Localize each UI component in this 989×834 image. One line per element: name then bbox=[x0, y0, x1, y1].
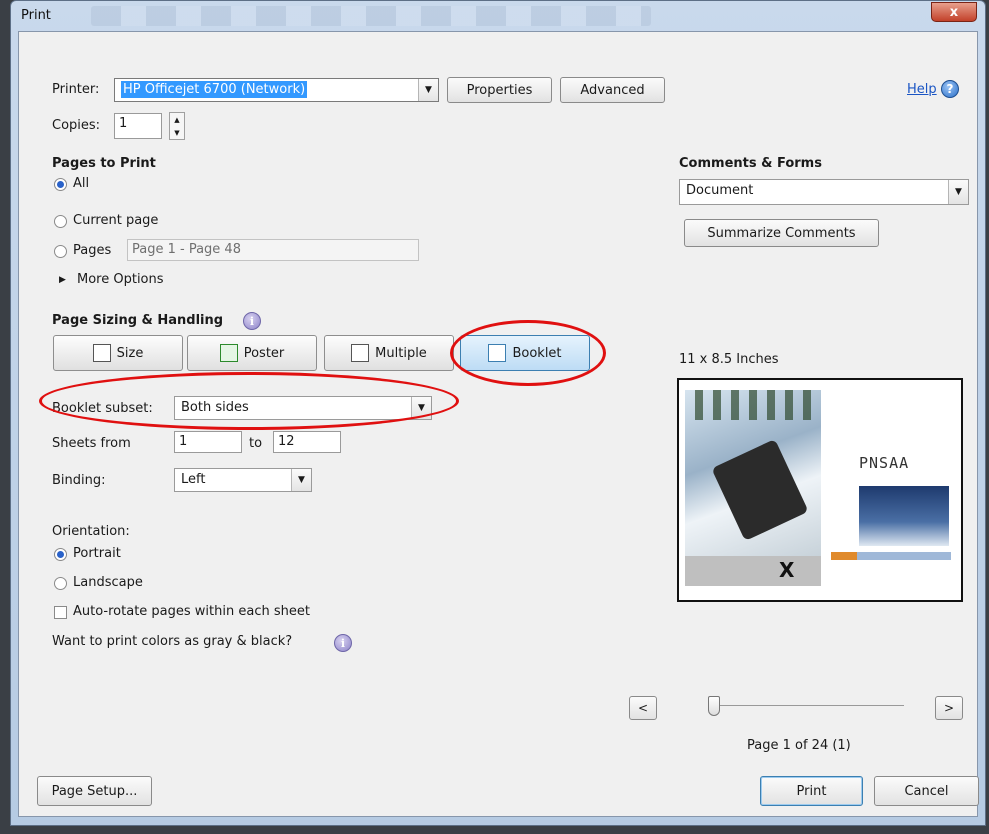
info-icon[interactable]: i bbox=[243, 312, 261, 330]
dialog-body: Printer: HP Officejet 6700 (Network) ▼ P… bbox=[18, 31, 979, 817]
cancel-button-label: Cancel bbox=[904, 783, 949, 799]
title-bar-background-toolbar bbox=[91, 6, 651, 26]
preview-blue-bar bbox=[857, 552, 951, 560]
pages-to-print-heading: Pages to Print bbox=[52, 156, 156, 171]
next-page-button[interactable]: > bbox=[935, 696, 963, 720]
radio-landscape[interactable] bbox=[54, 577, 67, 590]
x-logo-icon: X bbox=[779, 558, 795, 582]
binding-select[interactable]: Left ▼ bbox=[174, 468, 312, 492]
chevron-down-icon: ▼ bbox=[411, 397, 431, 419]
summarize-comments-button[interactable]: Summarize Comments bbox=[684, 219, 879, 247]
comments-forms-heading: Comments & Forms bbox=[679, 156, 822, 171]
booklet-subset-value: Both sides bbox=[181, 400, 249, 415]
auto-rotate-checkbox[interactable] bbox=[54, 606, 67, 619]
previous-page-button[interactable]: < bbox=[629, 696, 657, 720]
poster-button-label: Poster bbox=[243, 345, 285, 361]
copies-input[interactable]: 1 bbox=[114, 113, 162, 139]
radio-all-label[interactable]: All bbox=[73, 176, 89, 191]
booklet-button[interactable]: Booklet bbox=[460, 335, 590, 371]
more-options-toggle[interactable]: More Options bbox=[77, 272, 164, 287]
radio-current-page-label[interactable]: Current page bbox=[73, 213, 158, 228]
binding-value: Left bbox=[181, 472, 206, 487]
multiple-button[interactable]: Multiple bbox=[324, 335, 454, 371]
pages-range-input[interactable]: Page 1 - Page 48 bbox=[127, 239, 419, 261]
page-slider-track[interactable] bbox=[714, 705, 904, 706]
tree-line bbox=[695, 390, 815, 420]
auto-rotate-label[interactable]: Auto-rotate pages within each sheet bbox=[73, 604, 310, 619]
chevron-down-icon: ▼ bbox=[948, 180, 968, 204]
binding-label: Binding: bbox=[52, 473, 106, 488]
expand-triangle-icon[interactable]: ▶ bbox=[59, 275, 66, 285]
preview-orange-bar bbox=[831, 552, 857, 560]
radio-portrait[interactable] bbox=[54, 548, 67, 561]
page-setup-button[interactable]: Page Setup... bbox=[37, 776, 152, 806]
gray-black-label: Want to print colors as gray & black? bbox=[52, 634, 293, 649]
up-arrow-icon[interactable]: ▲ bbox=[174, 116, 179, 124]
multiple-icon bbox=[351, 344, 370, 362]
comments-forms-select[interactable]: Document ▼ bbox=[679, 179, 969, 205]
size-button-label: Size bbox=[116, 345, 144, 361]
printer-select[interactable]: HP Officejet 6700 (Network) ▼ bbox=[114, 78, 439, 102]
sheets-from-label: Sheets from bbox=[52, 436, 131, 451]
print-dialog: Print x Printer: HP Officejet 6700 (Netw… bbox=[10, 0, 986, 826]
booklet-icon bbox=[488, 344, 507, 362]
page-sizing-heading: Page Sizing & Handling bbox=[52, 313, 224, 328]
copies-stepper[interactable]: ▲ ▼ bbox=[169, 112, 185, 140]
window-title: Print bbox=[21, 8, 51, 23]
size-button[interactable]: Size bbox=[53, 335, 183, 371]
print-preview: X PNSAA bbox=[677, 378, 963, 602]
print-button[interactable]: Print bbox=[760, 776, 863, 806]
page-status: Page 1 of 24 (1) bbox=[747, 738, 851, 753]
help-link[interactable]: Help bbox=[907, 82, 937, 97]
info-icon[interactable]: i bbox=[334, 634, 352, 652]
summarize-comments-label: Summarize Comments bbox=[707, 225, 856, 241]
sheets-to-input[interactable]: 12 bbox=[273, 431, 341, 453]
question-icon[interactable]: ? bbox=[941, 80, 959, 98]
printer-label: Printer: bbox=[52, 82, 100, 97]
size-icon bbox=[92, 344, 111, 362]
down-arrow-icon[interactable]: ▼ bbox=[174, 129, 179, 137]
chevron-down-icon: ▼ bbox=[418, 79, 438, 101]
booklet-subset-label: Booklet subset: bbox=[52, 401, 153, 416]
booklet-button-label: Booklet bbox=[512, 345, 562, 361]
radio-pages-label[interactable]: Pages bbox=[73, 243, 111, 258]
page-slider-thumb[interactable] bbox=[708, 696, 720, 716]
preview-right-page-photo bbox=[859, 486, 949, 546]
preview-logo-text: PNSAA bbox=[859, 454, 910, 472]
preview-left-page-photo: X bbox=[685, 390, 821, 586]
multiple-button-label: Multiple bbox=[375, 345, 427, 361]
radio-portrait-label[interactable]: Portrait bbox=[73, 546, 121, 561]
advanced-button-label: Advanced bbox=[580, 82, 645, 98]
orientation-heading: Orientation: bbox=[52, 524, 130, 539]
properties-button[interactable]: Properties bbox=[447, 77, 552, 103]
radio-all[interactable] bbox=[54, 178, 67, 191]
preview-size-label: 11 x 8.5 Inches bbox=[679, 352, 779, 367]
properties-button-label: Properties bbox=[466, 82, 533, 98]
close-button[interactable]: x bbox=[931, 2, 977, 22]
radio-current-page[interactable] bbox=[54, 215, 67, 228]
chevron-down-icon: ▼ bbox=[291, 469, 311, 491]
advanced-button[interactable]: Advanced bbox=[560, 77, 665, 103]
sheets-from-input[interactable]: 1 bbox=[174, 431, 242, 453]
snowcat-graphic bbox=[711, 438, 809, 542]
print-button-label: Print bbox=[796, 783, 827, 799]
booklet-subset-select[interactable]: Both sides ▼ bbox=[174, 396, 432, 420]
page-setup-label: Page Setup... bbox=[51, 783, 138, 799]
copies-label: Copies: bbox=[52, 118, 101, 133]
radio-landscape-label[interactable]: Landscape bbox=[73, 575, 143, 590]
title-bar[interactable]: Print x bbox=[11, 1, 985, 31]
sheets-to-label: to bbox=[249, 436, 263, 451]
caption-block: X bbox=[685, 556, 821, 586]
cancel-button[interactable]: Cancel bbox=[874, 776, 979, 806]
poster-button[interactable]: Poster bbox=[187, 335, 317, 371]
printer-select-value: HP Officejet 6700 (Network) bbox=[121, 81, 308, 98]
poster-icon bbox=[219, 344, 238, 362]
radio-pages[interactable] bbox=[54, 245, 67, 258]
comments-forms-value: Document bbox=[686, 183, 754, 198]
